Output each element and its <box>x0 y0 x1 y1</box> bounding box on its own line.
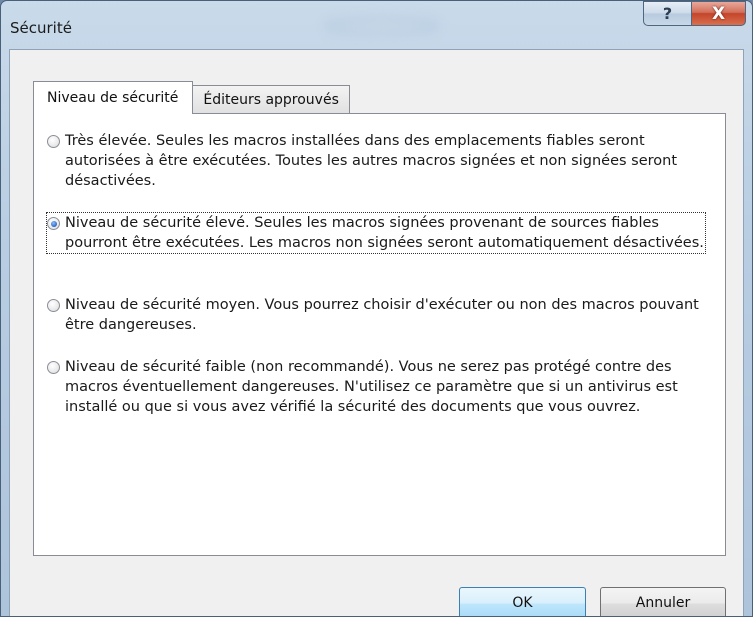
option-medium[interactable]: Niveau de sécurité moyen. Vous pourrez c… <box>47 295 705 335</box>
option-low[interactable]: Niveau de sécurité faible (non recommand… <box>47 357 705 417</box>
option-high[interactable]: Niveau de sécurité élevé. Seules les mac… <box>46 212 706 254</box>
radio-very-high[interactable] <box>47 135 60 148</box>
radio-medium[interactable] <box>47 299 60 312</box>
help-button[interactable]: ? <box>643 1 691 26</box>
radio-high[interactable] <box>47 217 60 230</box>
option-low-label: Niveau de sécurité faible (non recommand… <box>65 359 678 415</box>
dialog-body: Niveau de sécurité Éditeurs approuvés Tr… <box>9 49 744 616</box>
option-medium-label: Niveau de sécurité moyen. Vous pourrez c… <box>65 297 699 333</box>
cancel-button[interactable]: Annuler <box>600 587 726 616</box>
help-question-icon: ? <box>662 4 673 23</box>
caption-buttons: ? X <box>643 1 746 26</box>
option-very-high[interactable]: Très élevée. Seules les macros installée… <box>47 131 705 191</box>
tab-security-level[interactable]: Niveau de sécurité <box>33 81 194 114</box>
option-high-label: Niveau de sécurité élevé. Seules les mac… <box>65 215 704 251</box>
tab-trusted-publishers[interactable]: Éditeurs approuvés <box>192 85 350 113</box>
option-very-high-label: Très élevée. Seules les macros installée… <box>65 133 678 189</box>
blurred-title-region <box>323 15 441 37</box>
close-x-icon: X <box>711 3 726 24</box>
radio-low[interactable] <box>47 361 60 374</box>
tab-strip: Niveau de sécurité Éditeurs approuvés <box>33 81 350 114</box>
ok-button[interactable]: OK <box>459 587 586 616</box>
security-level-panel: Très élevée. Seules les macros installée… <box>33 113 726 556</box>
title-bar[interactable]: Sécurité ? X <box>1 1 752 49</box>
close-button[interactable]: X <box>691 1 746 26</box>
security-dialog: Sécurité ? X Niveau de sécurité Éditeurs… <box>0 0 753 617</box>
dialog-title: Sécurité <box>10 19 72 37</box>
